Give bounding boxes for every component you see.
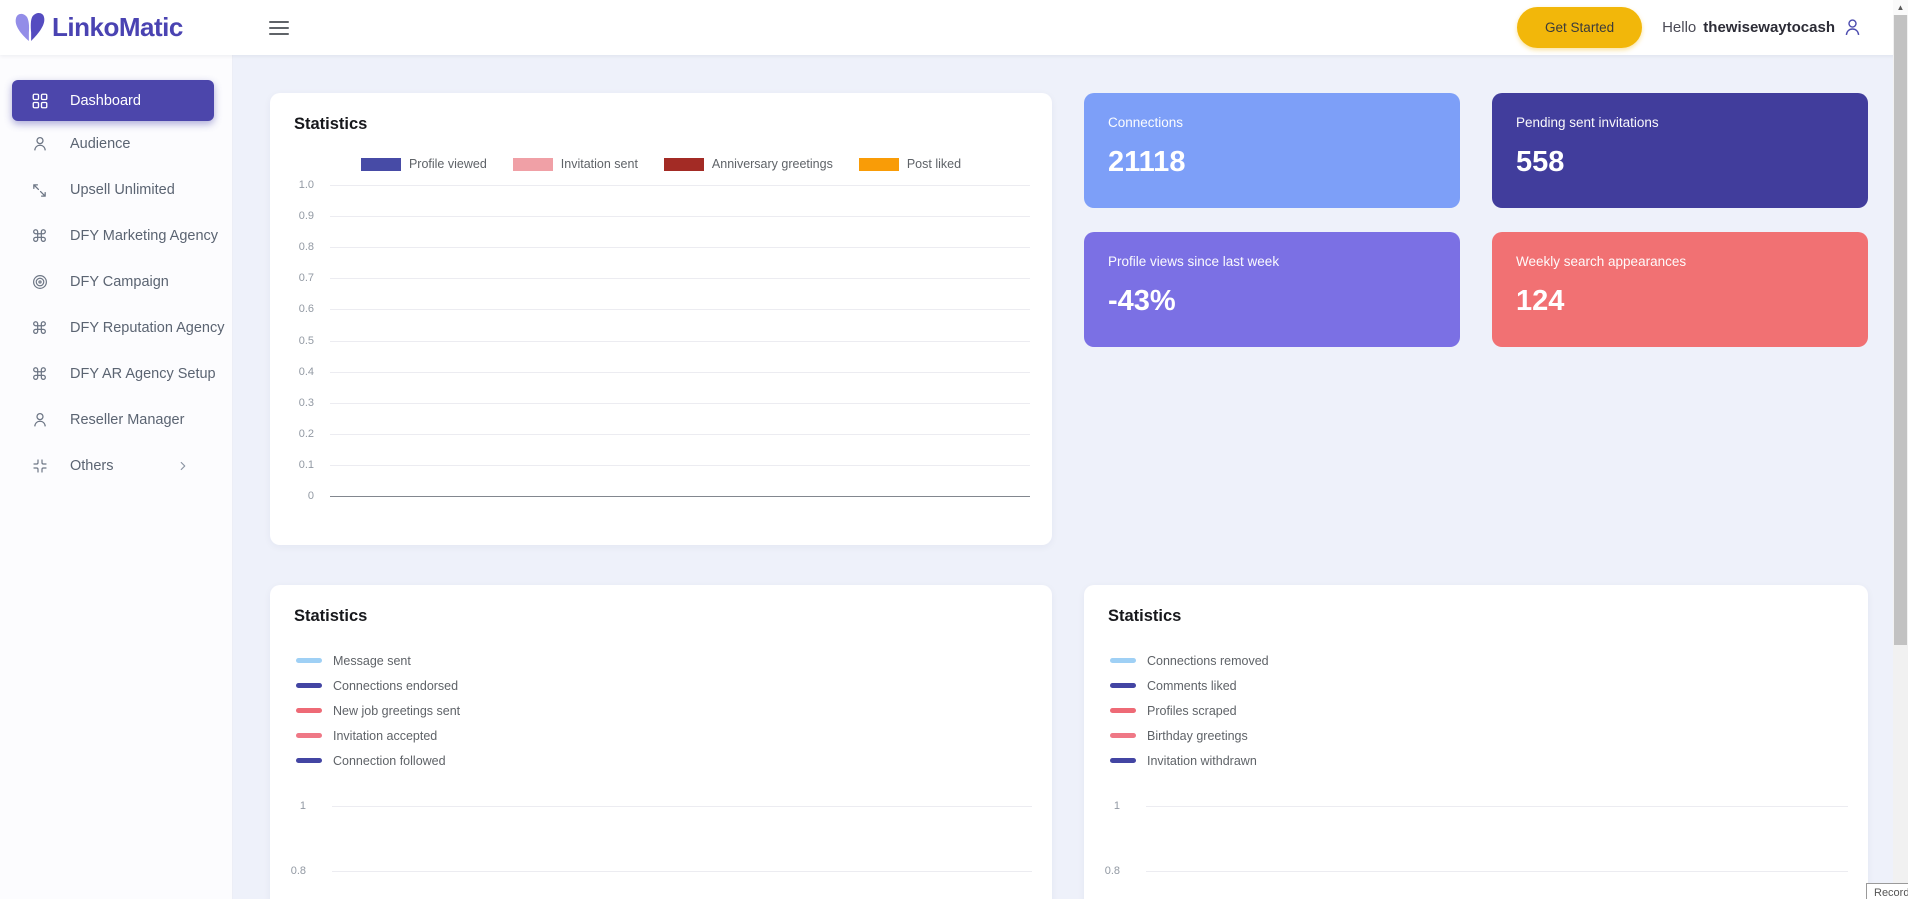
sidebar-item-upsell-unlimited[interactable]: Upsell Unlimited xyxy=(0,167,232,213)
y-tick-label: 0.8 xyxy=(1092,865,1120,877)
user-greeting: Hello thewisewaytocash xyxy=(1662,17,1863,38)
statistics-chart-card-bottom-right: Statistics Connections removedComments l… xyxy=(1084,585,1868,899)
gridline xyxy=(1146,806,1848,807)
command-icon: ⌘ xyxy=(30,319,49,338)
sidebar-item-label: DFY AR Agency Setup xyxy=(70,366,216,382)
gridline xyxy=(330,341,1030,342)
sidebar-item-label: Others xyxy=(70,458,114,474)
y-tick-label: 0.7 xyxy=(276,272,314,284)
person-icon xyxy=(30,411,49,430)
gridline xyxy=(330,434,1030,435)
sidebar-nav: Dashboard Audience Upsell Unlimited ⌘ DFY Ma… xyxy=(0,80,232,489)
user-profile-icon[interactable] xyxy=(1842,17,1863,38)
sidebar-item-dfy-ar-agency-setup[interactable]: ⌘ DFY AR Agency Setup xyxy=(0,351,232,397)
sidebar-item-label: DFY Campaign xyxy=(70,274,169,290)
brand-name: LinkoMatic xyxy=(52,12,183,43)
record-overlay: Record xyxy=(1866,883,1908,899)
greeting-prefix: Hello xyxy=(1662,19,1696,36)
target-icon xyxy=(30,273,49,292)
vertical-scrollbar: ▲ xyxy=(1893,0,1908,899)
statistics-chart-card-bottom-left: Statistics Message sentConnections endor… xyxy=(270,585,1052,899)
sidebar-item-dfy-marketing-agency[interactable]: ⌘ DFY Marketing Agency xyxy=(0,213,232,259)
sidebar-item-dfy-campaign[interactable]: DFY Campaign xyxy=(0,259,232,305)
gridline xyxy=(332,806,1032,807)
hamburger-menu-icon[interactable] xyxy=(263,14,295,42)
sidebar-item-label: Upsell Unlimited xyxy=(70,182,175,198)
stat-card-connections: Connections 21118 xyxy=(1084,93,1460,208)
y-tick-label: 0.1 xyxy=(276,459,314,471)
sidebar-item-label: Dashboard xyxy=(70,93,141,109)
y-tick-label: 0 xyxy=(276,490,314,502)
gridline xyxy=(330,309,1030,310)
heart-logo-icon xyxy=(12,10,48,46)
scrollbar-up-arrow[interactable]: ▲ xyxy=(1893,0,1908,15)
chevron-right-icon xyxy=(176,459,190,473)
person-icon xyxy=(30,135,49,154)
stat-card-label: Connections xyxy=(1108,115,1436,130)
gridline xyxy=(330,372,1030,373)
stat-card-label: Profile views since last week xyxy=(1108,254,1436,269)
stat-card-value: 558 xyxy=(1516,146,1844,179)
y-tick-label: 0.2 xyxy=(276,428,314,440)
stat-card-value: -43% xyxy=(1108,285,1436,318)
get-started-button[interactable]: Get Started xyxy=(1517,7,1642,48)
statistics-chart-card-top: Statistics Profile viewedInvitation sent… xyxy=(270,93,1052,545)
gridline xyxy=(330,185,1030,186)
gridline xyxy=(330,216,1030,217)
command-icon: ⌘ xyxy=(30,227,49,246)
sidebar: Dashboard Audience Upsell Unlimited ⌘ DFY Ma… xyxy=(0,55,233,899)
gridline xyxy=(330,278,1030,279)
sidebar-item-label: Reseller Manager xyxy=(70,412,184,428)
sidebar-item-label: Audience xyxy=(70,136,130,152)
diagonal-arrows-icon xyxy=(30,181,49,200)
y-tick-label: 1.0 xyxy=(276,179,314,191)
sidebar-item-reseller-manager[interactable]: Reseller Manager xyxy=(0,397,232,443)
sidebar-item-label: DFY Reputation Agency xyxy=(70,320,225,336)
stat-card-label: Pending sent invitations xyxy=(1516,115,1844,130)
corners-icon xyxy=(30,457,49,476)
sidebar-item-dashboard[interactable]: Dashboard xyxy=(12,80,214,121)
app-header: LinkoMatic Get Started Hello thewisewayt… xyxy=(0,0,1908,55)
gridline xyxy=(332,871,1032,872)
chart-plot-area: 1.0 0.9 0.8 0.7 0.6 0.5 0.4 0.3 0.2 0.1 0 xyxy=(270,93,1052,545)
sidebar-item-audience[interactable]: Audience xyxy=(0,121,232,167)
sidebar-item-dfy-reputation-agency[interactable]: ⌘ DFY Reputation Agency xyxy=(0,305,232,351)
y-tick-label: 0.8 xyxy=(278,865,306,877)
gridline xyxy=(330,247,1030,248)
stat-card-pending-sent-invitations: Pending sent invitations 558 xyxy=(1492,93,1868,208)
y-tick-label: 0.3 xyxy=(276,397,314,409)
scrollbar-thumb[interactable] xyxy=(1894,15,1907,645)
stat-card-profile-views-since-last-week: Profile views since last week -43% xyxy=(1084,232,1460,347)
chart-plot-area: 10.80.6 xyxy=(270,585,1052,899)
gridline xyxy=(330,403,1030,404)
stat-card-weekly-search-appearances: Weekly search appearances 124 xyxy=(1492,232,1868,347)
y-tick-label: 0.6 xyxy=(276,303,314,315)
y-tick-label: 0.4 xyxy=(276,366,314,378)
sidebar-item-others[interactable]: Others xyxy=(0,443,232,489)
gridline xyxy=(1146,871,1848,872)
gridline xyxy=(330,465,1030,466)
username: thewisewaytocash xyxy=(1703,19,1835,36)
y-tick-label: 1 xyxy=(278,800,306,812)
stat-card-value: 124 xyxy=(1516,285,1844,318)
stat-card-value: 21118 xyxy=(1108,146,1436,179)
grid-icon xyxy=(30,91,49,110)
y-tick-label: 0.5 xyxy=(276,335,314,347)
chart-plot-area: 10.80.6 xyxy=(1084,585,1868,899)
brand-logo[interactable]: LinkoMatic xyxy=(12,10,183,46)
main-content: Statistics Profile viewedInvitation sent… xyxy=(233,55,1893,899)
y-tick-label: 0.9 xyxy=(276,210,314,222)
command-icon: ⌘ xyxy=(30,365,49,384)
y-tick-label: 1 xyxy=(1092,800,1120,812)
gridline xyxy=(330,496,1030,497)
y-tick-label: 0.8 xyxy=(276,241,314,253)
sidebar-item-label: DFY Marketing Agency xyxy=(70,228,218,244)
stat-card-label: Weekly search appearances xyxy=(1516,254,1844,269)
